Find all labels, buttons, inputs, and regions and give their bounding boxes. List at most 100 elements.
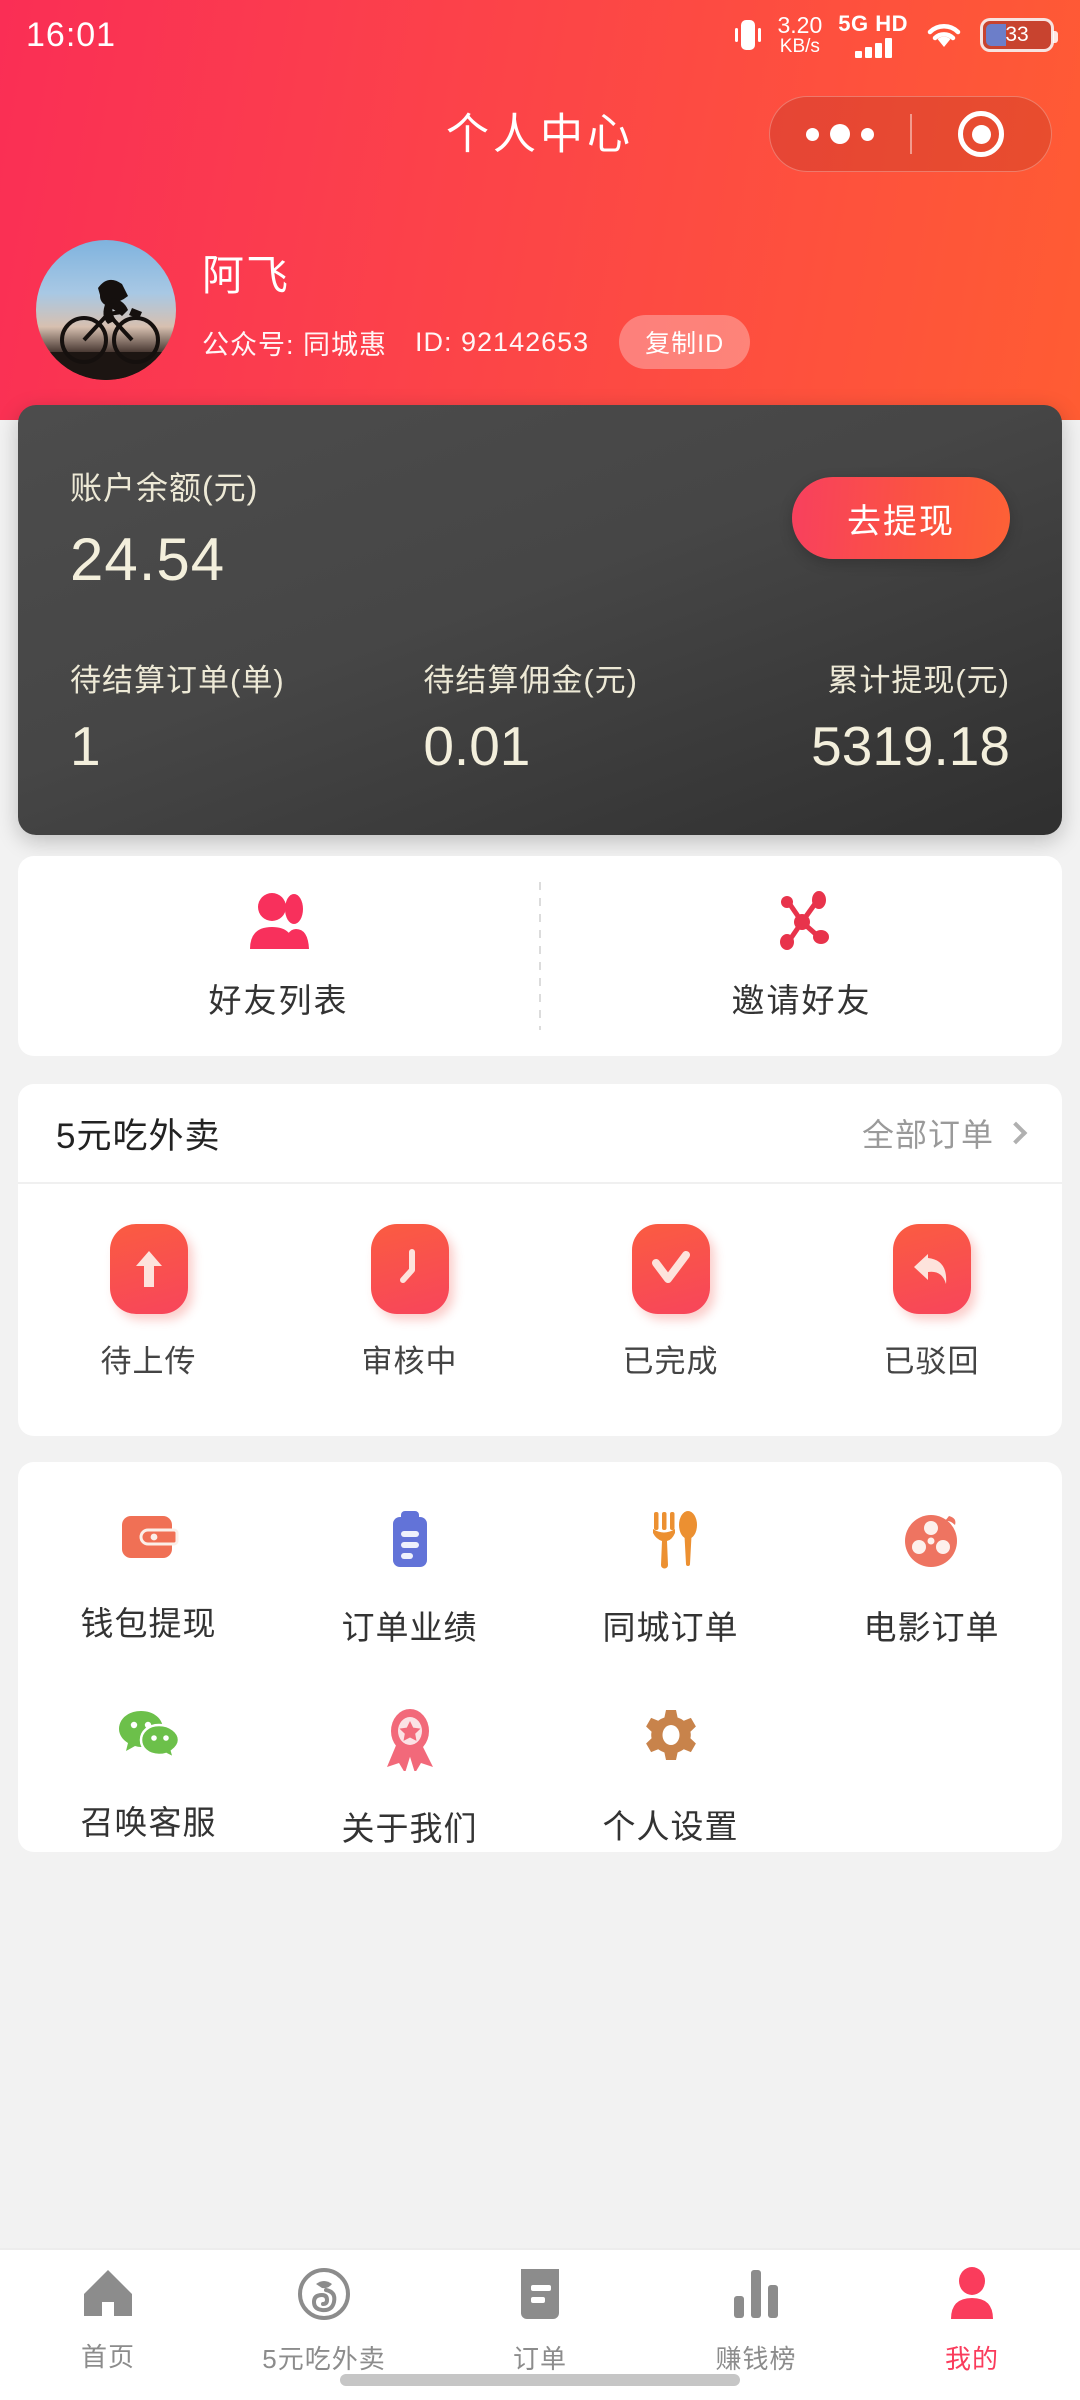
wallet-icon — [118, 1508, 180, 1571]
balance-top-row: 账户余额(元) 24.54 去提现 — [18, 463, 1062, 594]
menu-item-personal-settings[interactable]: 个人设置 — [540, 1707, 801, 1850]
status-bar: 16:01 3.20 KB/s 5G HD 33 — [0, 0, 1080, 70]
menu-item-label: 电影订单 — [863, 1609, 1000, 1646]
menu-item-customer-service[interactable]: 召唤客服 — [18, 1707, 279, 1850]
nav-item-home[interactable]: 首页 — [0, 2266, 216, 2374]
clock-icon — [370, 1224, 449, 1314]
nav-item-leaderboard[interactable]: 赚钱榜 — [648, 2266, 864, 2376]
menu-card: 钱包提现 订单业绩 同城订单 电影订单 召唤客服 关于我们 个人设置 — [18, 1462, 1062, 1852]
user-id-label: ID: 92142653 — [415, 326, 590, 357]
menu-item-local-orders[interactable]: 同城订单 — [540, 1508, 801, 1649]
menu-item-label: 关于我们 — [341, 1810, 478, 1847]
target-icon[interactable] — [912, 111, 1052, 157]
order-status-reviewing[interactable]: 审核中 — [279, 1224, 540, 1381]
home-icon — [80, 2266, 136, 2325]
invite-friends-entry[interactable]: 邀请好友 — [541, 890, 1062, 1022]
withdraw-button[interactable]: 去提现 — [792, 477, 1010, 559]
friends-list-label: 好友列表 — [208, 981, 349, 1019]
stat-value: 0.01 — [423, 715, 531, 777]
miniprogram-capsule[interactable] — [769, 96, 1052, 172]
orders-header: 5元吃外卖 全部订单 — [18, 1084, 1062, 1184]
public-account-label: 公众号: 同城惠 — [202, 329, 388, 360]
share-network-icon — [769, 890, 835, 958]
stat-pending-orders[interactable]: 待结算订单(单) 1 — [70, 655, 363, 778]
nav-item-label: 我的 — [944, 2344, 999, 2374]
profile-block: 阿飞 公众号: 同城惠 ID: 92142653 复制ID — [36, 240, 751, 380]
menu-item-label: 钱包提现 — [80, 1605, 217, 1642]
home-indicator — [340, 2374, 740, 2386]
wifi-icon — [924, 19, 964, 51]
balance-label: 账户余额(元) — [70, 470, 259, 506]
menu-item-label: 订单业绩 — [341, 1609, 478, 1646]
nav-item-label: 首页 — [80, 2342, 135, 2372]
nav-item-label: 5元吃外卖 — [262, 2344, 386, 2374]
order-status-label: 已驳回 — [883, 1344, 980, 1379]
order-status-label: 审核中 — [361, 1344, 458, 1379]
friends-list-entry[interactable]: 好友列表 — [18, 891, 539, 1022]
check-icon — [631, 1224, 710, 1314]
copy-id-button[interactable]: 复制ID — [619, 315, 751, 370]
signal-bars — [838, 38, 908, 59]
stat-label: 待结算订单(单) — [70, 663, 285, 698]
orders-status-grid: 待上传 审核中 已完成 已驳回 — [18, 1184, 1062, 1381]
nav-item-label: 订单 — [512, 2344, 567, 2374]
menu-item-order-performance[interactable]: 订单业绩 — [279, 1508, 540, 1649]
nav-bar: 个人中心 — [0, 78, 1080, 188]
friends-card: 好友列表 邀请好友 — [18, 856, 1062, 1056]
menu-item-wallet-withdraw[interactable]: 钱包提现 — [18, 1508, 279, 1649]
header-gradient: 16:01 3.20 KB/s 5G HD 33 个人中心 阿飞 公众号: 同城… — [0, 0, 1080, 420]
all-orders-link[interactable]: 全部订单 — [861, 1110, 1028, 1156]
stat-value: 5319.18 — [811, 715, 1010, 777]
stat-total-withdrawn[interactable]: 累计提现(元) 5319.18 — [717, 655, 1010, 778]
reply-arrow-icon — [892, 1224, 971, 1314]
takeout-orders-card: 5元吃外卖 全部订单 待上传 审核中 已完成 已驳回 — [18, 1084, 1062, 1436]
menu-row-2: 召唤客服 关于我们 个人设置 — [18, 1707, 1062, 1850]
gear-icon — [640, 1707, 702, 1774]
stat-pending-commission[interactable]: 待结算佣金(元) 0.01 — [363, 655, 716, 778]
menu-item-about-us[interactable]: 关于我们 — [279, 1707, 540, 1850]
profile-info: 阿飞 公众号: 同城惠 ID: 92142653 复制ID — [202, 251, 751, 370]
vibrate-icon — [735, 18, 762, 52]
order-status-label: 待上传 — [100, 1344, 197, 1379]
more-dots-icon[interactable] — [770, 124, 910, 144]
order-status-label: 已完成 — [622, 1344, 719, 1379]
balance-value: 24.54 — [70, 526, 226, 593]
stat-label: 累计提现(元) — [827, 663, 1010, 698]
menu-item-label: 同城订单 — [602, 1609, 739, 1646]
network-type-label: 5G HD — [838, 10, 908, 36]
network-speed-value: 3.20 — [777, 11, 823, 38]
order-status-pending-upload[interactable]: 待上传 — [18, 1224, 279, 1381]
bar-chart-icon — [730, 2266, 782, 2327]
menu-row-1: 钱包提现 订单业绩 同城订单 电影订单 — [18, 1508, 1062, 1649]
signal-icon: 5G HD — [838, 10, 908, 59]
chevron-right-icon — [1004, 1121, 1028, 1145]
takeout-logo-icon — [296, 2266, 352, 2327]
battery-percent: 33 — [1005, 23, 1029, 46]
avatar[interactable] — [36, 240, 176, 380]
orders-title: 5元吃外卖 — [56, 1116, 221, 1156]
menu-item-label: 召唤客服 — [80, 1804, 217, 1841]
wechat-icon — [117, 1707, 181, 1770]
menu-item-movie-orders[interactable]: 电影订单 — [801, 1508, 1062, 1649]
bottom-navigation: 首页 5元吃外卖 订单 赚钱榜 我的 — [0, 2248, 1080, 2400]
nav-item-label: 赚钱榜 — [715, 2344, 797, 2374]
nav-item-takeout[interactable]: 5元吃外卖 — [216, 2266, 432, 2376]
balance-left: 账户余额(元) 24.54 — [70, 463, 258, 594]
network-speed: 3.20 KB/s — [777, 13, 822, 57]
status-right-group: 3.20 KB/s 5G HD 33 — [735, 10, 1058, 59]
order-status-rejected[interactable]: 已驳回 — [801, 1224, 1062, 1381]
nav-item-orders[interactable]: 订单 — [432, 2266, 648, 2376]
menu-item-label: 个人设置 — [602, 1808, 739, 1845]
network-speed-unit: KB/s — [779, 36, 820, 58]
film-reel-icon — [901, 1508, 963, 1575]
stat-value: 1 — [70, 715, 101, 777]
nav-item-mine[interactable]: 我的 — [864, 2266, 1080, 2376]
menu-cell-empty — [801, 1707, 1062, 1850]
stat-label: 待结算佣金(元) — [423, 663, 638, 698]
invite-friends-label: 邀请好友 — [731, 981, 872, 1019]
battery-icon: 33 — [980, 18, 1058, 52]
balance-card: 账户余额(元) 24.54 去提现 待结算订单(单) 1 待结算佣金(元) 0.… — [18, 405, 1062, 835]
all-orders-label: 全部订单 — [861, 1117, 994, 1153]
order-status-completed[interactable]: 已完成 — [540, 1224, 801, 1381]
clipboard-icon — [379, 1508, 441, 1575]
